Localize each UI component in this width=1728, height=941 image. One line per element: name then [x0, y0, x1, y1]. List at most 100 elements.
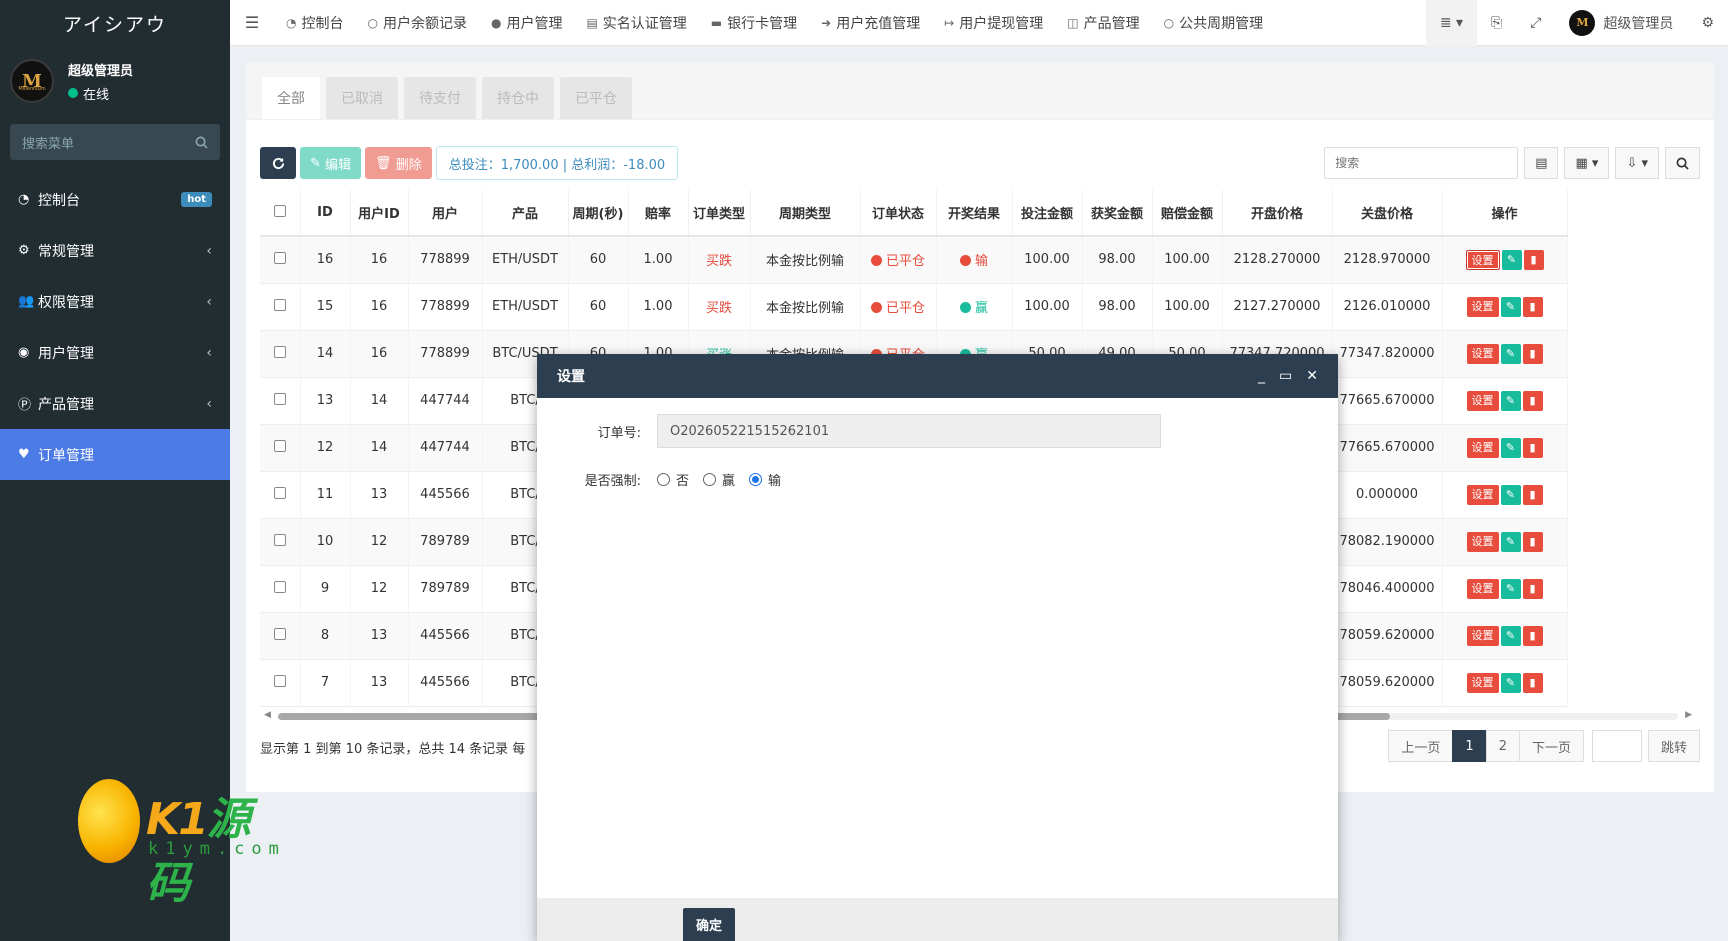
delete-trash-icon[interactable]: ▮	[1522, 296, 1543, 317]
edit-pencil-icon[interactable]: ✎	[1500, 343, 1521, 364]
set-button[interactable]: 设置	[1466, 296, 1499, 317]
nav-item-6[interactable]: ↦ 用户提现管理	[932, 0, 1055, 46]
export-dropdown-icon[interactable]: ⇩ ▾	[1615, 147, 1659, 179]
row-checkbox[interactable]	[260, 518, 301, 566]
edit-button[interactable]: ✎ 编辑	[300, 147, 362, 179]
set-button[interactable]: 设置	[1465, 249, 1500, 270]
nav-item-0[interactable]: ◔ 控制台	[274, 0, 355, 46]
row-checkbox[interactable]	[260, 236, 301, 284]
set-button[interactable]: 设置	[1466, 484, 1499, 505]
column-header[interactable]: ID	[300, 190, 351, 237]
nav-item-4[interactable]: ▬ 银行卡管理	[699, 0, 809, 46]
sidebar-item-4[interactable]: Ⓟ 产品管理 ‹	[0, 378, 230, 429]
column-header[interactable]: 周期类型	[750, 190, 861, 237]
row-checkbox[interactable]	[260, 377, 301, 425]
menu-search-input[interactable]: 搜索菜单	[10, 124, 220, 160]
more-menu-button[interactable]: ≣ ▾	[1425, 0, 1478, 46]
scroll-right-icon[interactable]: ▶	[1685, 710, 1692, 720]
scroll-left-icon[interactable]: ◀	[264, 710, 271, 720]
tab-0[interactable]: 全部	[262, 77, 320, 119]
delete-trash-icon[interactable]: ▮	[1522, 625, 1543, 646]
tab-4[interactable]: 已平仓	[560, 77, 632, 119]
edit-pencil-icon[interactable]: ✎	[1500, 578, 1521, 599]
delete-trash-icon[interactable]: ▮	[1523, 249, 1544, 270]
jump-button[interactable]: 跳转	[1647, 730, 1700, 762]
edit-pencil-icon[interactable]: ✎	[1500, 672, 1521, 693]
settings-gear-icon[interactable]: ⚙	[1687, 0, 1728, 46]
row-checkbox[interactable]	[260, 565, 301, 613]
edit-pencil-icon[interactable]: ✎	[1500, 625, 1521, 646]
column-header[interactable]: 订单状态	[860, 190, 937, 237]
column-header[interactable]: 关盘价格	[1332, 190, 1443, 237]
table-row[interactable]: 15 16 778899 ETH/USDT 60 1.00 买跌 本金按比例输 已平仓赢 100.…	[260, 283, 1568, 331]
advanced-search-icon[interactable]	[1665, 147, 1700, 179]
row-checkbox[interactable]	[260, 330, 301, 378]
minimize-icon[interactable]: _	[1258, 368, 1265, 384]
nav-item-3[interactable]: ▤ 实名认证管理	[574, 0, 698, 46]
next-page-button[interactable]: 下一页	[1518, 730, 1584, 762]
columns-dropdown-icon[interactable]: ▦ ▾	[1564, 147, 1610, 179]
fullscreen-icon[interactable]: ⤢	[1516, 0, 1555, 46]
tab-2[interactable]: 待支付	[404, 77, 476, 119]
admin-user-menu[interactable]: M 超级管理员	[1555, 0, 1687, 46]
nav-item-8[interactable]: ○ 公共周期管理	[1152, 0, 1275, 46]
sidebar-item-2[interactable]: 👥 权限管理 ‹	[0, 276, 230, 327]
brand-logo[interactable]: アイシアウ	[0, 0, 230, 46]
table-row[interactable]: 16 16 778899 ETH/USDT 60 1.00 买跌 本金按比例输 已平仓输 100.…	[260, 236, 1568, 284]
table-search-input[interactable]	[1324, 147, 1519, 179]
column-header[interactable]: 开奖结果	[936, 190, 1013, 237]
page-jump-input[interactable]	[1591, 730, 1642, 762]
set-button[interactable]: 设置	[1466, 531, 1499, 552]
maximize-icon[interactable]: ▭	[1279, 368, 1292, 384]
set-button[interactable]: 设置	[1466, 343, 1499, 364]
radio-option-lose[interactable]: 输	[749, 470, 781, 489]
column-header[interactable]: 投注金额	[1012, 190, 1083, 237]
row-checkbox[interactable]	[260, 424, 301, 472]
column-header[interactable]: 开盘价格	[1222, 190, 1333, 237]
column-header[interactable]: 产品	[482, 190, 569, 237]
set-button[interactable]: 设置	[1466, 672, 1499, 693]
edit-pencil-icon[interactable]: ✎	[1500, 437, 1521, 458]
edit-pencil-icon[interactable]: ✎	[1501, 249, 1522, 270]
column-header[interactable]: 获奖金额	[1082, 190, 1153, 237]
column-header[interactable]: 周期(秒)	[568, 190, 629, 237]
delete-trash-icon[interactable]: ▮	[1522, 484, 1543, 505]
sidebar-item-3[interactable]: ◉ 用户管理 ‹	[0, 327, 230, 378]
nav-item-7[interactable]: ◫ 产品管理	[1055, 0, 1151, 46]
column-header[interactable]: 赔偿金额	[1152, 190, 1223, 237]
select-all-checkbox[interactable]	[260, 190, 301, 237]
delete-trash-icon[interactable]: ▮	[1522, 437, 1543, 458]
sidebar-item-5[interactable]: ♥ 订单管理	[0, 429, 230, 480]
column-header[interactable]: 赔率	[628, 190, 689, 237]
tab-3[interactable]: 持仓中	[482, 77, 554, 119]
set-button[interactable]: 设置	[1466, 437, 1499, 458]
confirm-button[interactable]: 确定	[683, 908, 736, 941]
column-header[interactable]: 用户	[408, 190, 483, 237]
edit-pencil-icon[interactable]: ✎	[1500, 390, 1521, 411]
clear-cache-icon[interactable]: ⎘	[1477, 0, 1516, 46]
delete-trash-icon[interactable]: ▮	[1522, 672, 1543, 693]
edit-pencil-icon[interactable]: ✎	[1500, 296, 1521, 317]
nav-item-2[interactable]: ● 用户管理	[479, 0, 574, 46]
row-checkbox[interactable]	[260, 283, 301, 331]
delete-trash-icon[interactable]: ▮	[1522, 531, 1543, 552]
column-header[interactable]: 操作	[1442, 190, 1568, 237]
column-header[interactable]: 用户ID	[350, 190, 409, 237]
delete-trash-icon[interactable]: ▮	[1522, 390, 1543, 411]
delete-trash-icon[interactable]: ▮	[1522, 578, 1543, 599]
delete-button[interactable]: 🗑 删除	[365, 147, 432, 179]
radio-option-win[interactable]: 赢	[703, 470, 735, 489]
row-checkbox[interactable]	[260, 659, 301, 707]
page-2-button[interactable]: 2	[1485, 730, 1520, 762]
edit-pencil-icon[interactable]: ✎	[1500, 484, 1521, 505]
set-button[interactable]: 设置	[1466, 578, 1499, 599]
delete-trash-icon[interactable]: ▮	[1522, 343, 1543, 364]
set-button[interactable]: 设置	[1466, 390, 1499, 411]
column-header[interactable]: 订单类型	[688, 190, 751, 237]
nav-item-5[interactable]: ➜ 用户充值管理	[809, 0, 932, 46]
sidebar-item-0[interactable]: ◔ 控制台 hot	[0, 174, 230, 225]
toggle-view-icon[interactable]: ▤	[1524, 147, 1559, 179]
edit-pencil-icon[interactable]: ✎	[1500, 531, 1521, 552]
prev-page-button[interactable]: 上一页	[1388, 730, 1454, 762]
set-button[interactable]: 设置	[1466, 625, 1499, 646]
